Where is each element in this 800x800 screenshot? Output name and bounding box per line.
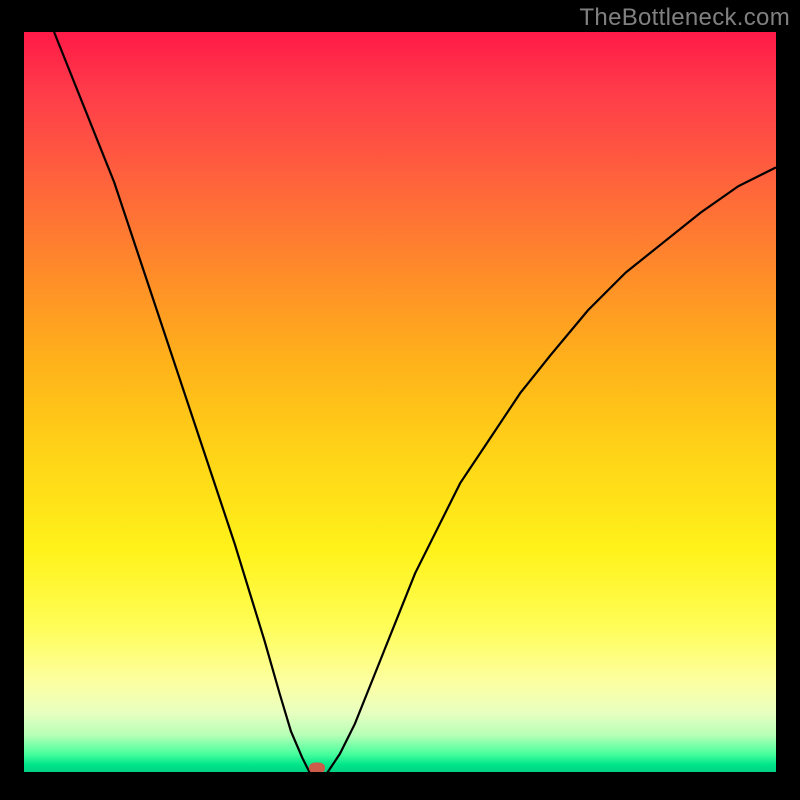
optimal-point-marker [309, 763, 325, 772]
curve-path [54, 32, 776, 772]
watermark-text: TheBottleneck.com [579, 4, 790, 32]
bottleneck-curve [24, 32, 776, 772]
chart-area [24, 32, 776, 772]
